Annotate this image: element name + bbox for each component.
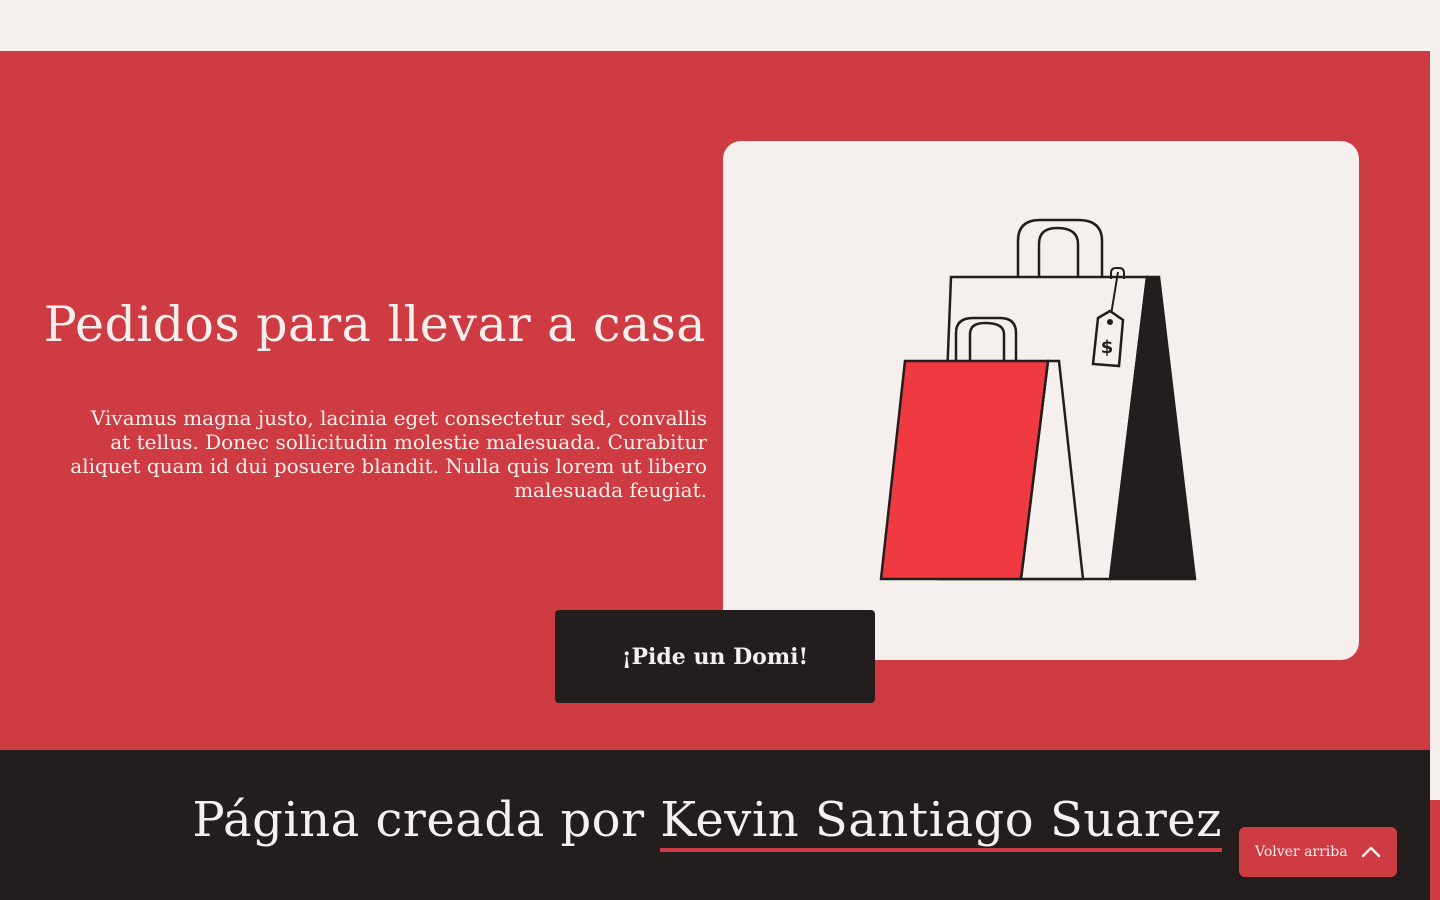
page-scroll-gutter <box>1430 51 1440 800</box>
price-tag-symbol: $ <box>1101 337 1114 358</box>
author-link[interactable]: Kevin Santiago Suarez <box>660 792 1222 852</box>
hero-title: Pedidos para llevar a casa <box>43 296 706 353</box>
order-delivery-button[interactable]: ¡Pide un Domi! <box>555 610 875 703</box>
footer-edge <box>1430 800 1440 900</box>
top-strip <box>0 0 1440 51</box>
back-to-top-label: Volver arriba <box>1255 844 1348 860</box>
hero-image-card: $ <box>723 141 1359 660</box>
back-to-top-button[interactable]: Volver arriba <box>1239 827 1397 877</box>
shopping-bags-illustration: $ <box>879 218 1197 581</box>
chevron-up-icon <box>1361 846 1381 858</box>
footer-credit-prefix: Página creada por <box>192 792 661 848</box>
footer-credit: Página creada por Kevin Santiago Suarez <box>192 792 1222 852</box>
hero-description: Vivamus magna justo, lacinia eget consec… <box>70 406 707 502</box>
